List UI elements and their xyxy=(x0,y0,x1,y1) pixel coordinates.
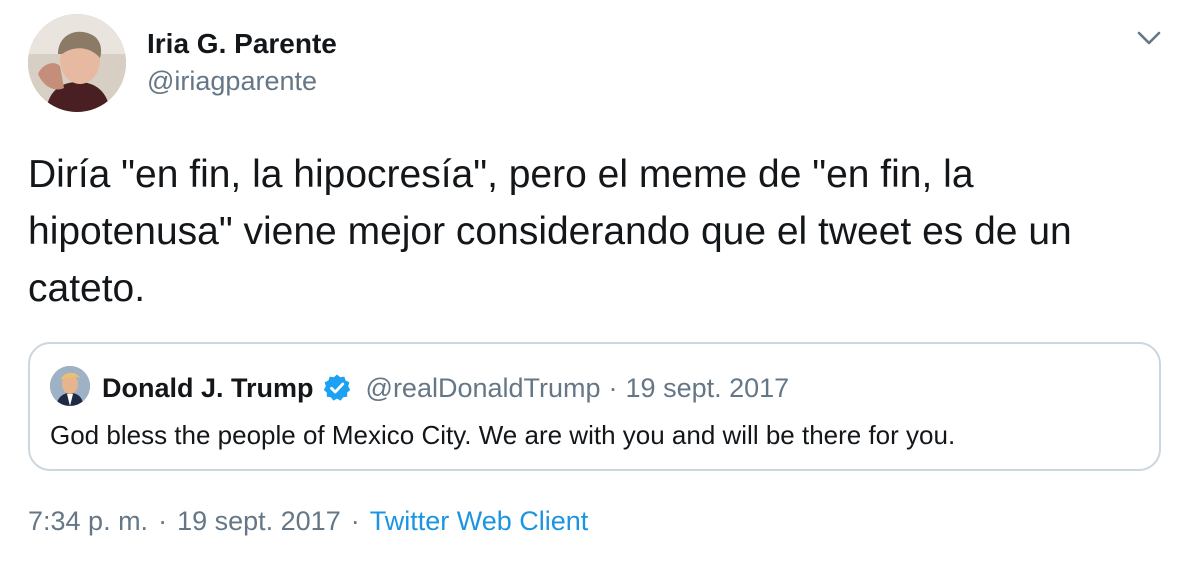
tweet-card: Iria G. Parente @iriagparente Diría "en … xyxy=(0,0,1194,562)
author-name[interactable]: Iria G. Parente xyxy=(147,28,337,60)
avatar-photo xyxy=(28,14,126,112)
tweet-time[interactable]: 7:34 p. m. xyxy=(28,506,148,537)
quoted-author-name[interactable]: Donald J. Trump xyxy=(102,373,314,404)
quoted-tweet[interactable]: Donald J. Trump @realDonaldTrump · 19 se… xyxy=(28,342,1161,471)
tweet-meta: 7:34 p. m. · 19 sept. 2017 · Twitter Web… xyxy=(28,506,588,537)
verified-badge-icon xyxy=(322,373,352,403)
quoted-tweet-text: God bless the people of Mexico City. We … xyxy=(50,420,956,450)
quoted-author-handle[interactable]: @realDonaldTrump xyxy=(366,373,601,404)
separator-dot: · xyxy=(350,506,360,536)
chevron-down-icon[interactable] xyxy=(1132,24,1166,54)
quoted-author-avatar[interactable] xyxy=(50,366,90,406)
tweet-source-link[interactable]: Twitter Web Client xyxy=(370,506,589,537)
avatar-photo xyxy=(50,366,90,406)
quoted-tweet-date[interactable]: 19 sept. 2017 xyxy=(626,373,790,404)
separator-dot: · xyxy=(158,506,168,536)
tweet-date[interactable]: 19 sept. 2017 xyxy=(177,506,341,537)
separator-dot: · xyxy=(608,372,618,403)
author-avatar[interactable] xyxy=(28,14,126,112)
tweet-text: Diría "en fin, la hipocresía", pero el m… xyxy=(28,153,1072,310)
quoted-tweet-header: Donald J. Trump @realDonaldTrump · 19 se… xyxy=(102,368,789,408)
author-handle[interactable]: @iriagparente xyxy=(147,66,317,97)
